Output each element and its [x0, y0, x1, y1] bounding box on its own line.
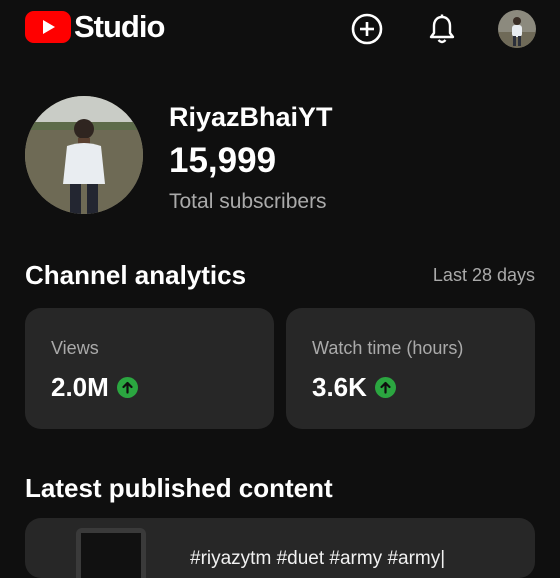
arrow-up-icon	[116, 377, 138, 398]
youtube-logo-icon	[25, 11, 71, 43]
channel-profile-picture[interactable]	[25, 96, 143, 214]
latest-content-title: #riyazytm #duet #army #army|	[190, 548, 446, 569]
bell-icon	[429, 14, 455, 44]
subscriber-count: 15,999	[169, 141, 277, 180]
video-thumbnail	[76, 528, 146, 578]
studio-logo[interactable]: Studio	[25, 9, 165, 44]
thumbnail-image	[81, 533, 141, 578]
views-value: 2.0M	[51, 372, 109, 402]
subscriber-label: Total subscribers	[169, 190, 327, 213]
watch-time-card[interactable]: Watch time (hours) 3.6K	[286, 308, 535, 429]
latest-content-card[interactable]: #riyazytm #duet #army #army|	[25, 518, 535, 578]
views-value-row: 2.0M	[51, 372, 138, 403]
create-button[interactable]	[349, 11, 385, 47]
app-name: Studio	[74, 9, 165, 44]
analytics-period[interactable]: Last 28 days	[433, 265, 535, 286]
watch-time-value: 3.6K	[312, 372, 367, 402]
arrow-up-icon	[374, 377, 396, 398]
add-circle-icon	[351, 13, 383, 45]
account-avatar[interactable]	[498, 10, 536, 48]
watch-time-value-row: 3.6K	[312, 372, 396, 403]
views-card[interactable]: Views 2.0M	[25, 308, 274, 429]
section-title-channel-analytics: Channel analytics	[25, 260, 247, 290]
views-label: Views	[51, 338, 99, 358]
section-title-latest-content: Latest published content	[25, 473, 333, 503]
notifications-button[interactable]	[424, 11, 460, 47]
avatar-photo	[498, 10, 536, 48]
app-header: Studio	[0, 0, 560, 58]
profile-photo	[25, 96, 143, 214]
channel-name: RiyazBhaiYT	[169, 102, 333, 132]
watch-time-label: Watch time (hours)	[312, 338, 464, 358]
